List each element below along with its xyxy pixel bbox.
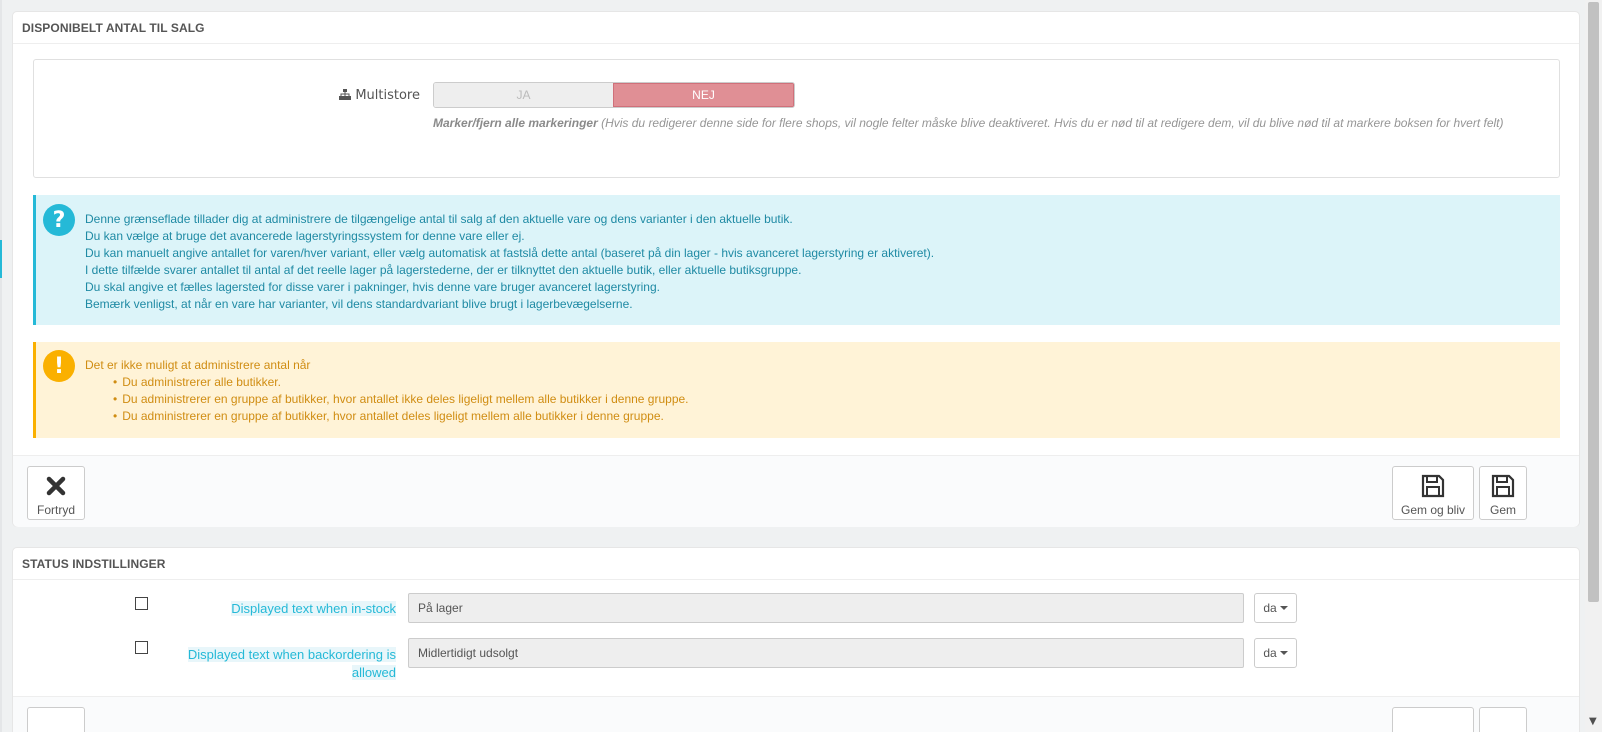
left-nav-edge bbox=[0, 0, 2, 732]
multistore-box: Multistore JA NEJ Marker/fjern alle mark… bbox=[33, 59, 1560, 178]
status-save-button[interactable] bbox=[1479, 707, 1527, 732]
warning-list-item: Du administrerer en gruppe af butikker, … bbox=[113, 391, 688, 408]
info-line: Du skal angive et fælles lagersted for d… bbox=[85, 280, 660, 294]
info-alert-lines: Denne grænseflade tillader dig at admini… bbox=[85, 211, 934, 313]
vertical-scrollbar[interactable]: ▼ bbox=[1585, 0, 1602, 732]
status-cancel-button[interactable] bbox=[27, 707, 85, 732]
sitemap-icon bbox=[339, 89, 352, 100]
info-line: Du kan manuelt angive antallet for varen… bbox=[85, 246, 935, 260]
backorder-checkbox[interactable] bbox=[135, 641, 148, 654]
cancel-button[interactable]: Fortryd bbox=[27, 466, 85, 520]
warning-list-item: Du administrerer alle butikker. bbox=[113, 374, 689, 391]
warning-alert-lines: Det er ikke muligt at administrere antal… bbox=[85, 357, 689, 425]
close-icon bbox=[46, 476, 66, 496]
question-icon: ? bbox=[43, 204, 75, 236]
floppy-disk-icon bbox=[1491, 474, 1515, 498]
warning-list: Du administrerer alle butikker. Du admin… bbox=[113, 374, 689, 425]
in-stock-text-input[interactable]: På lager bbox=[408, 593, 1244, 623]
backorder-text-input[interactable]: Midlertidigt udsolgt bbox=[408, 638, 1244, 668]
in-stock-checkbox[interactable] bbox=[135, 597, 148, 610]
multistore-help-text: Marker/fjern alle markeringer (Hvis du r… bbox=[433, 115, 1513, 132]
save-and-stay-button[interactable]: Gem og bliv bbox=[1392, 466, 1474, 520]
multistore-yes-option[interactable]: JA bbox=[434, 83, 613, 107]
exclamation-icon: ! bbox=[43, 350, 75, 382]
backorder-language-value: da bbox=[1263, 646, 1277, 660]
caret-down-icon bbox=[1279, 651, 1288, 655]
stock-panel-title: DISPONIBELT ANTAL TIL SALG bbox=[13, 12, 1579, 44]
multistore-help-note: (Hvis du redigerer denne side for flere … bbox=[601, 116, 1504, 130]
warning-alert: ! Det er ikke muligt at administrere ant… bbox=[33, 342, 1560, 438]
in-stock-label-text: Displayed text when in-stock bbox=[231, 601, 396, 616]
multistore-no-option[interactable]: NEJ bbox=[613, 83, 794, 107]
stock-panel-footer: Fortryd Gem og bliv Gem bbox=[13, 455, 1579, 527]
backorder-label-line1: Displayed text when backordering is bbox=[187, 647, 396, 662]
in-stock-input-value: På lager bbox=[418, 601, 463, 615]
warning-list-item: Du administrerer en gruppe af butikker, … bbox=[113, 408, 689, 425]
backorder-language-dropdown[interactable]: da bbox=[1254, 638, 1297, 668]
info-line: Du kan vælge at bruge det avancerede lag… bbox=[85, 229, 525, 243]
scroll-down-arrow-icon[interactable]: ▼ bbox=[1589, 716, 1597, 727]
caret-down-icon bbox=[1279, 606, 1288, 610]
info-line: I dette tilfælde svarer antallet til ant… bbox=[85, 263, 802, 277]
info-line: Bemærk venligst, at når en vare har vari… bbox=[85, 297, 633, 311]
save-and-stay-label: Gem og bliv bbox=[1400, 503, 1466, 517]
status-save-and-stay-button[interactable] bbox=[1392, 707, 1474, 732]
save-button[interactable]: Gem bbox=[1479, 466, 1527, 520]
in-stock-label: Displayed text when in-stock bbox=[163, 600, 396, 618]
left-nav-active-indicator bbox=[0, 240, 2, 278]
status-panel-title: STATUS INDSTILLINGER bbox=[13, 548, 1579, 580]
stock-panel: DISPONIBELT ANTAL TIL SALG Multistore JA… bbox=[12, 11, 1580, 527]
warning-intro: Det er ikke muligt at administrere antal… bbox=[85, 358, 311, 372]
status-panel: STATUS INDSTILLINGER Displayed text when… bbox=[12, 547, 1580, 732]
scrollbar-thumb[interactable] bbox=[1588, 2, 1599, 602]
info-alert: ? Denne grænseflade tillader dig at admi… bbox=[33, 195, 1560, 325]
status-panel-footer bbox=[13, 696, 1579, 732]
floppy-disk-icon bbox=[1421, 474, 1445, 498]
cancel-button-label: Fortryd bbox=[36, 503, 75, 517]
backorder-input-value: Midlertidigt udsolgt bbox=[418, 646, 519, 660]
backorder-label-line2: allowed bbox=[351, 665, 396, 680]
backorder-label: Displayed text when backordering is allo… bbox=[163, 646, 396, 682]
save-button-label: Gem bbox=[1489, 503, 1516, 517]
multistore-toggle[interactable]: JA NEJ bbox=[433, 82, 795, 108]
info-line: Denne grænseflade tillader dig at admini… bbox=[85, 212, 793, 226]
multistore-help-bold[interactable]: Marker/fjern alle markeringer bbox=[433, 116, 598, 130]
multistore-label: Multistore bbox=[34, 88, 420, 103]
in-stock-language-value: da bbox=[1263, 601, 1277, 615]
multistore-label-text: Multistore bbox=[355, 88, 420, 103]
in-stock-language-dropdown[interactable]: da bbox=[1254, 593, 1297, 623]
